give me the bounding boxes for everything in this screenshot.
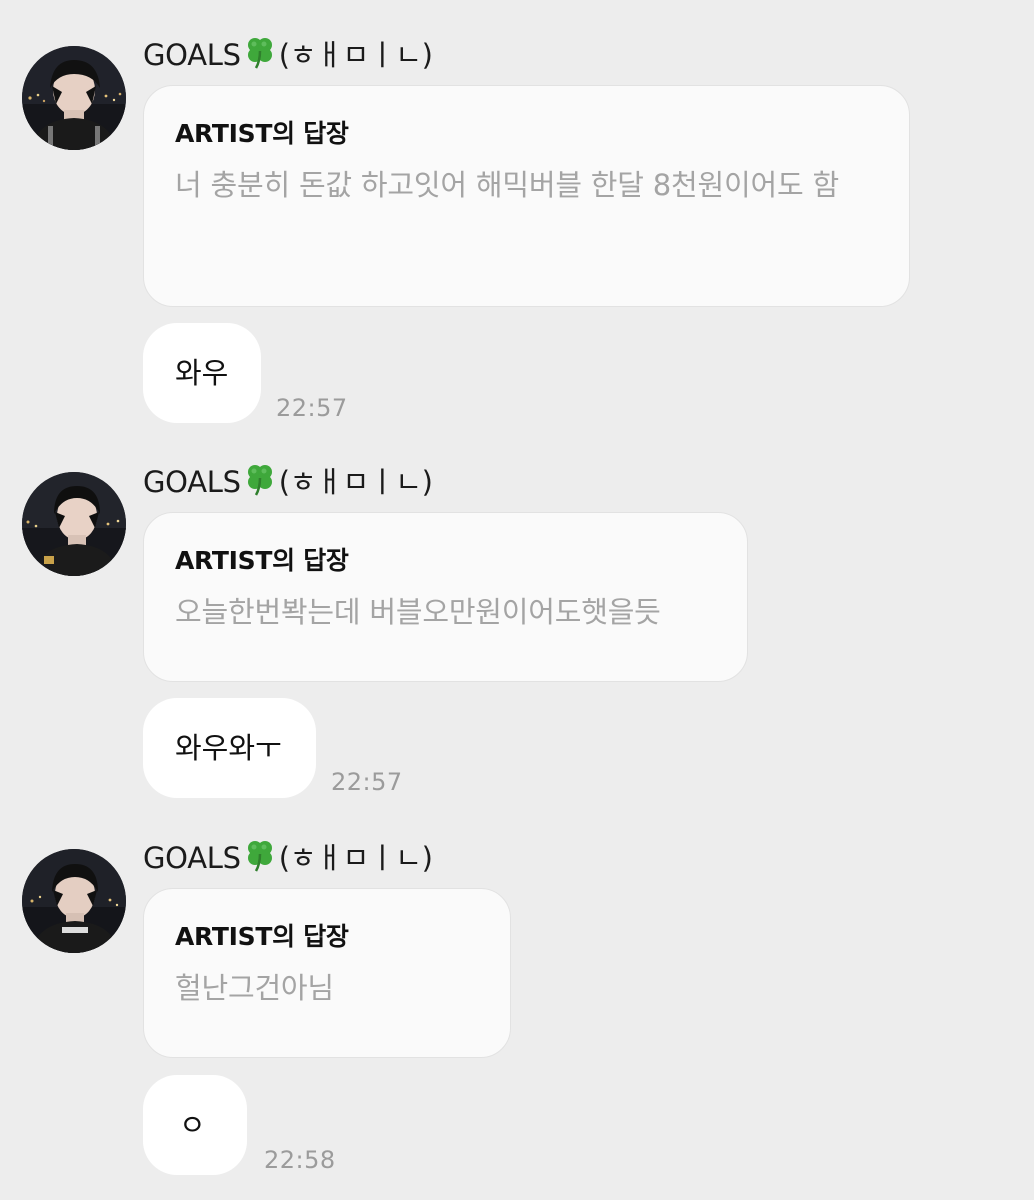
sender-name: GOALS (ㅎㅐㅁㅣㄴ) — [143, 35, 433, 77]
sender-suffix: (ㅎㅐㅁㅣㄴ) — [278, 841, 433, 875]
sender-name-text: GOALS — [143, 841, 241, 875]
four-leaf-clover-icon — [243, 462, 277, 504]
sender-suffix: (ㅎㅐㅁㅣㄴ) — [278, 465, 433, 499]
four-leaf-clover-icon — [243, 35, 277, 77]
reply-title: ARTIST의 답장 — [175, 119, 349, 148]
reply-text: 오늘한번봑는데 버블오만원이어도햇을듯 — [175, 595, 661, 629]
sender-suffix: (ㅎㅐㅁㅣㄴ) — [278, 38, 433, 72]
sender-name-text: GOALS — [143, 38, 241, 72]
sender-name: GOALS (ㅎㅐㅁㅣㄴ) — [143, 838, 433, 880]
artist-reply-card[interactable]: ARTIST의 답장 너 충분히 돈값 하고잇어 해믹버블 한달 8천원이어도 … — [143, 85, 910, 307]
message-group: GOALS (ㅎㅐㅁㅣㄴ) ARTIST의 답장 헐난그건아님 ㅇ 22:58 — [0, 0, 1034, 1175]
message-time: 22:57 — [331, 768, 403, 796]
message-bubble[interactable]: 와우와ㅜ — [143, 698, 316, 798]
artist-reply-card[interactable]: ARTIST의 답장 헐난그건아님 — [143, 888, 511, 1058]
four-leaf-clover-icon — [243, 838, 277, 880]
message-bubble[interactable]: ㅇ — [143, 1075, 247, 1175]
reply-text: 헐난그건아님 — [175, 971, 334, 1005]
artist-reply-card[interactable]: ARTIST의 답장 오늘한번봑는데 버블오만원이어도햇을듯 — [143, 512, 748, 682]
message-time: 22:58 — [264, 1146, 336, 1174]
sender-name-text: GOALS — [143, 465, 241, 499]
sender-name: GOALS (ㅎㅐㅁㅣㄴ) — [143, 462, 433, 504]
avatar[interactable] — [22, 46, 126, 150]
message-group: GOALS (ㅎㅐㅁㅣㄴ) ARTIST의 답장 너 충분히 돈값 하고잇어 해믹… — [0, 0, 1034, 430]
reply-text: 너 충분히 돈값 하고잇어 해믹버블 한달 8천원이어도 함 — [175, 168, 839, 202]
avatar[interactable] — [22, 472, 126, 576]
message-time: 22:57 — [276, 394, 348, 422]
reply-title: ARTIST의 답장 — [175, 922, 349, 951]
message-bubble[interactable]: 와우 — [143, 323, 261, 423]
reply-title: ARTIST의 답장 — [175, 546, 349, 575]
avatar[interactable] — [22, 849, 126, 953]
